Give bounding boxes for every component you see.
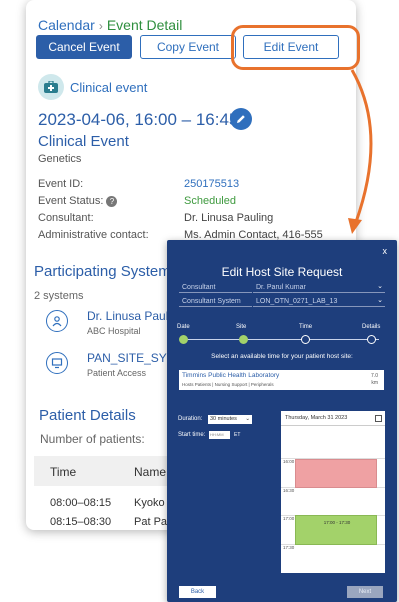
duration-select[interactable]: 30 minutes ⌄ (208, 415, 252, 424)
back-button[interactable]: Back (179, 586, 216, 598)
calendar-time-label: 16:30 (283, 488, 295, 493)
site-name: Timmins Public Health Laboratory (182, 372, 280, 379)
calendar-time-label: 17:00 (283, 516, 295, 521)
modal-title: Edit Host Site Request (221, 265, 343, 279)
step-dot-site[interactable] (239, 335, 248, 344)
busy-slot (295, 459, 377, 488)
calendar-time-label: 17:30 (283, 545, 295, 550)
start-time-input[interactable]: HH:MM (209, 431, 230, 439)
consultant-system-field-label: Consultant System (179, 296, 252, 307)
chevron-down-icon: ⌄ (377, 283, 383, 290)
step-label-date: Date (177, 324, 190, 330)
step-dot-details[interactable] (367, 335, 376, 344)
edit-host-site-modal: x Edit Host Site Request Consultant Dr. … (167, 240, 397, 602)
consultant-system-row: Consultant System LON_OTN_0271_LAB_13 ⌄ (179, 296, 385, 307)
available-slot[interactable]: 17:00 - 17:30 (295, 515, 377, 545)
next-button[interactable]: Next (347, 586, 383, 598)
chevron-down-icon: ⌄ (377, 297, 383, 304)
step-dot-date[interactable] (179, 335, 188, 344)
step-label-site: Site (236, 324, 247, 330)
availability-calendar: Thursday, March 31 2023 16:00 16:30 17:0… (281, 411, 385, 573)
timezone-label: ET (234, 432, 241, 438)
calendar-day-header: Thursday, March 31 2023 (281, 411, 385, 426)
instruction-text: Select an available time for your patien… (211, 353, 353, 360)
start-time-label: Start time: (178, 432, 206, 438)
site-tags: Hosts Patients | Nursing Support | Perip… (182, 382, 274, 387)
host-site-card[interactable]: Timmins Public Health Laboratory Hosts P… (179, 370, 384, 390)
consultant-system-select[interactable]: LON_OTN_0271_LAB_13 ⌄ (253, 296, 385, 307)
close-icon[interactable]: x (383, 246, 388, 256)
chevron-down-icon: ⌄ (245, 416, 250, 422)
step-label-details: Details (362, 324, 381, 330)
site-distance: 7.0 km (371, 373, 378, 386)
consultant-select[interactable]: Dr. Parul Kumar ⌄ (253, 282, 385, 293)
calendar-icon[interactable] (375, 415, 382, 422)
duration-label: Duration: (178, 416, 203, 422)
consultant-field-label: Consultant (179, 282, 252, 293)
available-slot-label: 17:00 - 17:30 (323, 520, 351, 525)
step-label-time: Time (299, 324, 313, 330)
calendar-time-label: 16:00 (283, 459, 295, 464)
step-dot-time[interactable] (301, 335, 310, 344)
stepper-track (183, 339, 379, 340)
consultant-row: Consultant Dr. Parul Kumar ⌄ (179, 282, 385, 293)
